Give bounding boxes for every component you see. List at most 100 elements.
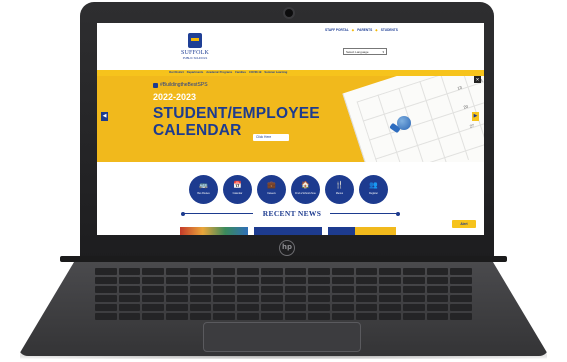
calendar-grid bbox=[356, 76, 484, 162]
language-select[interactable]: Select Language ▾ bbox=[343, 48, 387, 55]
alert-button[interactable]: Alert bbox=[452, 220, 476, 228]
keyboard-key bbox=[142, 286, 165, 293]
keyboard-key bbox=[379, 277, 401, 284]
close-icon[interactable]: ✕ bbox=[474, 76, 481, 83]
keyboard-key bbox=[331, 295, 354, 302]
push-pin-head bbox=[397, 116, 411, 130]
keyboard-key bbox=[308, 304, 330, 311]
keyboard-key bbox=[118, 268, 141, 275]
keyboard-key bbox=[95, 295, 117, 302]
keyboard-key bbox=[450, 313, 472, 320]
keyboard-key bbox=[402, 277, 425, 284]
quicklink-calendar[interactable]: 📅 Calendar bbox=[223, 175, 252, 204]
keyboard-key bbox=[450, 286, 472, 293]
quicklink-school-zone[interactable]: 🏠 Find a School Zone bbox=[291, 175, 320, 204]
briefcase-icon: 💼 bbox=[267, 181, 276, 189]
quicklink-bus-routes[interactable]: 🚌 Bus Routes bbox=[189, 175, 218, 204]
keyboard-key bbox=[402, 268, 425, 275]
slider-prev-button[interactable]: ◀ bbox=[101, 112, 108, 121]
keyboard-key bbox=[426, 313, 449, 320]
keyboard-key bbox=[379, 268, 401, 275]
parents-link[interactable]: PARENTS bbox=[357, 28, 372, 32]
chevron-down-icon: ▾ bbox=[382, 50, 384, 54]
hashtag-text: #BuildingtheBestSPS bbox=[160, 82, 208, 88]
webcam bbox=[285, 9, 293, 17]
keyboard-key bbox=[331, 286, 354, 293]
keyboard-key bbox=[284, 295, 307, 302]
keyboard-key bbox=[118, 286, 141, 293]
fork-knife-icon: 🍴 bbox=[335, 181, 344, 189]
bus-icon: 🚌 bbox=[199, 181, 208, 189]
school-logo-icon[interactable] bbox=[188, 33, 202, 48]
keyboard-key bbox=[379, 313, 401, 320]
keyboard-key bbox=[118, 277, 141, 284]
keyboard-key bbox=[284, 304, 307, 311]
news-card-image[interactable] bbox=[328, 227, 396, 235]
keyboard-key bbox=[426, 286, 449, 293]
keyboard-key bbox=[237, 295, 259, 302]
home-icon: 🏠 bbox=[301, 181, 310, 189]
keyboard-key bbox=[450, 304, 472, 311]
quicklink-careers[interactable]: 💼 Careers bbox=[257, 175, 286, 204]
keyboard-key bbox=[237, 277, 259, 284]
keyboard-key bbox=[450, 277, 472, 284]
keyboard-key bbox=[189, 286, 212, 293]
news-card-image[interactable] bbox=[254, 227, 322, 235]
divider-dot bbox=[396, 211, 400, 216]
keyboard-key bbox=[402, 304, 425, 311]
keyboard bbox=[95, 268, 472, 320]
trackpad bbox=[203, 322, 361, 352]
keyboard-key bbox=[260, 286, 283, 293]
keyboard-key bbox=[142, 295, 165, 302]
keyboard-key bbox=[355, 304, 378, 311]
keyboard-key bbox=[95, 304, 117, 311]
keyboard-key bbox=[142, 313, 165, 320]
quicklink-label: Careers bbox=[267, 192, 276, 195]
keyboard-key bbox=[402, 313, 425, 320]
staff-portal-link[interactable]: STAFF PORTAL bbox=[325, 28, 349, 32]
keyboard-key bbox=[308, 268, 330, 275]
separator-icon: ◆ bbox=[375, 28, 378, 32]
keyboard-key bbox=[237, 286, 259, 293]
quicklink-label: Register bbox=[369, 192, 378, 195]
keyboard-key bbox=[379, 304, 401, 311]
keyboard-key bbox=[355, 313, 378, 320]
keyboard-key bbox=[166, 313, 188, 320]
keyboard-key bbox=[426, 268, 449, 275]
keyboard-key bbox=[213, 277, 236, 284]
keyboard-key bbox=[284, 268, 307, 275]
keyboard-key bbox=[355, 277, 378, 284]
keyboard-key bbox=[213, 268, 236, 275]
social-icon bbox=[153, 82, 158, 88]
hero-title-line1: STUDENT/EMPLOYEE bbox=[153, 105, 320, 122]
laptop-hinge bbox=[60, 256, 507, 262]
keyboard-key bbox=[284, 313, 307, 320]
keyboard-key bbox=[95, 313, 117, 320]
keyboard-key bbox=[166, 304, 188, 311]
quicklink-label: Find a School Zone bbox=[295, 192, 316, 195]
keyboard-key bbox=[260, 268, 283, 275]
keyboard-key bbox=[118, 304, 141, 311]
keyboard-key bbox=[189, 268, 212, 275]
keyboard-key bbox=[166, 268, 188, 275]
hashtag: #BuildingtheBestSPS bbox=[153, 82, 208, 88]
keyboard-key bbox=[95, 268, 117, 275]
keyboard-key bbox=[426, 277, 449, 284]
recent-news-title: RECENT NEWS bbox=[262, 209, 322, 218]
site-header: SUFFOLK PUBLIC SCHOOLS STAFF PORTAL ◆ PA… bbox=[97, 23, 484, 75]
quicklink-register[interactable]: 👥 Register bbox=[359, 175, 388, 204]
click-here-button[interactable]: Click Here bbox=[253, 134, 289, 141]
keyboard-key bbox=[308, 295, 330, 302]
quicklink-menus[interactable]: 🍴 Menus bbox=[325, 175, 354, 204]
hero-year: 2022-2023 bbox=[153, 92, 197, 102]
keyboard-key bbox=[142, 277, 165, 284]
news-card-image[interactable] bbox=[180, 227, 248, 235]
slider-next-button[interactable]: ▶ bbox=[472, 112, 479, 121]
calendar-icon: 📅 bbox=[233, 181, 242, 189]
keyboard-key bbox=[355, 268, 378, 275]
students-link[interactable]: STUDENTS bbox=[381, 28, 398, 32]
keyboard-key bbox=[355, 286, 378, 293]
keyboard-key bbox=[426, 295, 449, 302]
keyboard-key bbox=[331, 304, 354, 311]
keyboard-key bbox=[284, 277, 307, 284]
